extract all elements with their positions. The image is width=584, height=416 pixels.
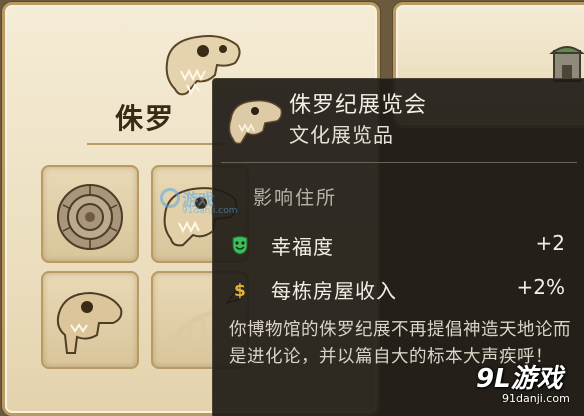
coin-dollar-icon: $ [234, 281, 246, 299]
watermark-url: 91danji.com [182, 206, 238, 216]
watermark-corner: 9L游戏 91danji.com [476, 356, 580, 412]
stat-label: 每栋房屋收入 [271, 279, 397, 303]
stat-row-happiness: 幸福度 +2 [231, 231, 571, 261]
watermark-logo-icon [160, 188, 180, 208]
watermark-url: 91danji.com [502, 392, 570, 405]
title-divider [87, 143, 227, 145]
t-rex-skull-icon [228, 99, 283, 145]
card-title: 侏罗 [115, 102, 176, 135]
stat-value: +2% [516, 275, 566, 299]
fossil-slot-ammonite[interactable] [41, 165, 139, 263]
stat-value: +2 [535, 231, 565, 255]
tooltip-title: 侏罗纪展览会 [289, 93, 428, 118]
raptor-skull-fossil-icon [56, 291, 123, 354]
svg-text:$: $ [234, 281, 246, 299]
fossil-slot-raptor-skull[interactable] [41, 271, 139, 369]
ammonite-fossil-icon [57, 184, 123, 250]
stat-row-house-income: $ 每栋房屋收入 +2% [231, 275, 571, 305]
tooltip-subtitle: 文化展览品 [289, 123, 394, 147]
stat-label: 幸福度 [271, 235, 334, 259]
tooltip-divider [221, 162, 577, 163]
watermark-logo-text: 9L游戏 [476, 364, 563, 394]
happiness-mask-icon [232, 236, 248, 255]
watermark-center: 游戏 91danji.com [160, 186, 280, 226]
